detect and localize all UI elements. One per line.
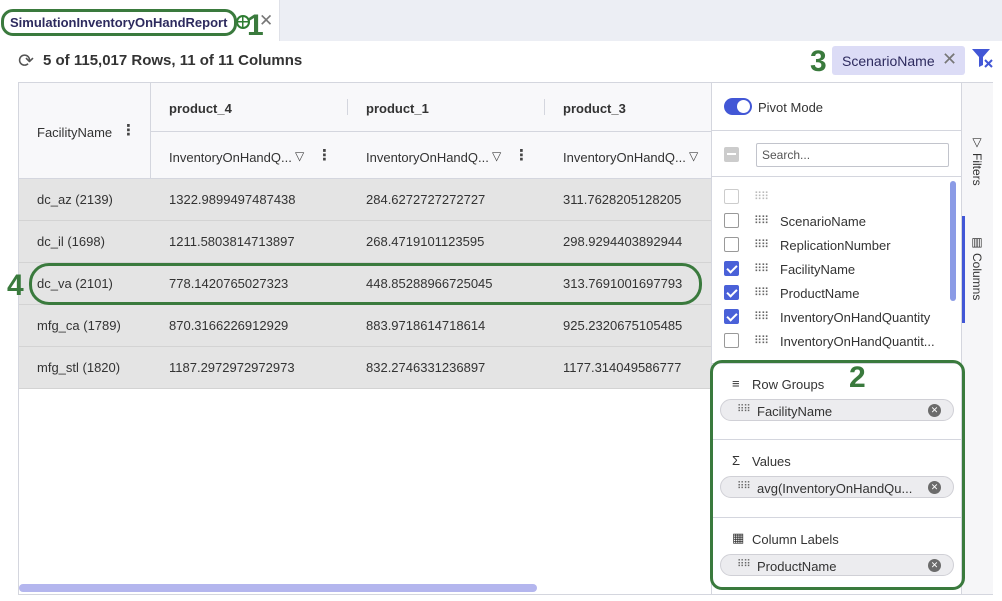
column-checkbox[interactable] <box>724 285 739 300</box>
row-count-text: 5 of 115,017 Rows, 11 of 11 Columns <box>43 52 303 69</box>
column-checkbox[interactable] <box>724 261 739 276</box>
group-header-product-3[interactable]: product_3 <box>563 101 626 116</box>
filter-icon[interactable]: ▽ <box>295 149 304 163</box>
pivot-mode-row: Pivot Mode <box>712 83 962 131</box>
value-cell: 1187.2972972972973 <box>169 360 295 375</box>
grid-header: FacilityName ⋮ product_4 product_1 produ… <box>19 83 711 179</box>
column-label: ReplicationNumber <box>780 238 891 253</box>
field-header-product-3[interactable]: InventoryOnHandQ... <box>563 150 686 165</box>
value-cell: 832.2746331236897 <box>366 360 486 375</box>
column-label: InventoryOnHandQuantity <box>780 310 931 325</box>
facility-cell: dc_az (2139) <box>37 192 113 207</box>
column-checkbox[interactable] <box>724 213 739 228</box>
group-header-product-4[interactable]: product_4 <box>169 101 232 116</box>
column-item[interactable]: ⠿⠿ <box>712 185 952 209</box>
drag-handle-icon[interactable]: ⠿⠿ <box>754 190 769 203</box>
column-label: FacilityName <box>780 262 856 277</box>
drag-handle-icon[interactable]: ⠿⠿ <box>754 262 769 275</box>
field-header-product-1[interactable]: InventoryOnHandQ... <box>366 150 489 165</box>
column-item[interactable]: ⠿⠿ FacilityName <box>712 257 952 281</box>
filter-icon[interactable]: ▽ <box>492 149 501 163</box>
column-checkbox[interactable] <box>724 237 739 252</box>
column-menu-icon[interactable]: ⋮ <box>514 146 529 164</box>
column-search-row <box>712 131 962 177</box>
value-cell: 298.9294403892944 <box>563 234 683 249</box>
pivot-mode-label: Pivot Mode <box>758 100 824 115</box>
value-cell: 1322.9899497487438 <box>169 192 296 207</box>
column-item[interactable]: ⠿⠿ InventoryOnHandQuantit... <box>712 329 952 353</box>
drag-handle-icon[interactable]: ⠿⠿ <box>754 238 769 251</box>
value-cell: 268.4719101123595 <box>366 234 485 249</box>
table-row[interactable]: mfg_ca (1789) 870.3166226912929 883.9718… <box>19 305 711 347</box>
annotation-box-1 <box>1 9 237 36</box>
facility-cell: mfg_stl (1820) <box>37 360 121 375</box>
drag-handle-icon[interactable]: ⠿⠿ <box>754 310 769 323</box>
column-checkbox[interactable] <box>724 333 739 348</box>
columns-tab-label: Columns <box>970 253 984 301</box>
column-list-scrollbar[interactable] <box>950 181 956 301</box>
tab-columns[interactable]: ▥ Columns <box>962 233 994 313</box>
filter-icon[interactable]: ▽ <box>689 149 698 163</box>
column-label: ProductName <box>780 286 860 301</box>
side-tab-strip: ▽ Filters ▥ Columns <box>961 83 993 594</box>
clear-filters-icon[interactable] <box>970 46 994 70</box>
facility-cell: dc_il (1698) <box>37 234 105 249</box>
table-row[interactable]: mfg_stl (1820) 1187.2972972972973 832.27… <box>19 347 711 389</box>
refresh-icon[interactable]: ⟳ <box>18 50 34 73</box>
column-label: InventoryOnHandQuantit... <box>780 334 935 349</box>
value-cell: 925.2320675105485 <box>563 318 683 333</box>
column-checkbox[interactable] <box>724 309 739 324</box>
column-list: ⠿⠿ ⠿⠿ ScenarioName ⠿⠿ ReplicationNumber … <box>712 177 962 363</box>
column-label: ScenarioName <box>780 214 866 229</box>
columns-icon: ▥ <box>970 235 984 249</box>
tab-filters[interactable]: ▽ Filters <box>962 133 994 193</box>
annotation-box-2 <box>710 360 965 590</box>
column-search-input[interactable] <box>756 143 949 167</box>
annotation-box-4 <box>29 263 702 305</box>
column-item[interactable]: ⠿⠿ ScenarioName <box>712 209 952 233</box>
value-cell: 883.9718614718614 <box>366 318 486 333</box>
column-item[interactable]: ⠿⠿ ProductName <box>712 281 952 305</box>
drag-handle-icon[interactable]: ⠿⠿ <box>754 334 769 347</box>
filters-tab-label: Filters <box>970 153 984 186</box>
facility-name-header[interactable]: FacilityName <box>37 125 112 140</box>
drag-handle-icon[interactable]: ⠿⠿ <box>754 286 769 299</box>
chip-remove-icon[interactable]: ✕ <box>942 49 957 70</box>
facility-cell: mfg_ca (1789) <box>37 318 121 333</box>
annotation-number-2: 2 <box>849 361 866 394</box>
column-checkbox[interactable] <box>724 189 739 204</box>
value-cell: 1177.314049586777 <box>563 360 682 375</box>
field-header-product-4[interactable]: InventoryOnHandQ... <box>169 150 292 165</box>
drag-handle-icon[interactable]: ⠿⠿ <box>754 214 769 227</box>
table-row[interactable]: dc_il (1698) 1211.5803814713897 268.4719… <box>19 221 711 263</box>
value-cell: 870.3166226912929 <box>169 318 289 333</box>
filter-icon: ▽ <box>970 135 984 149</box>
filter-chip-scenario[interactable]: ScenarioName ✕ <box>832 46 965 75</box>
column-item[interactable]: ⠿⠿ InventoryOnHandQuantity <box>712 305 952 329</box>
value-cell: 1211.5803814713897 <box>169 234 295 249</box>
pivot-mode-toggle[interactable] <box>724 98 752 115</box>
value-cell: 311.7628205128205 <box>563 192 682 207</box>
column-menu-icon[interactable]: ⋮ <box>121 121 136 139</box>
annotation-number-3: 3 <box>810 45 827 78</box>
annotation-number-4: 4 <box>7 269 24 302</box>
value-cell: 284.6272727272727 <box>366 192 486 207</box>
column-menu-icon[interactable]: ⋮ <box>317 146 332 164</box>
horizontal-scrollbar[interactable] <box>19 584 537 592</box>
column-item[interactable]: ⠿⠿ ReplicationNumber <box>712 233 952 257</box>
group-header-product-1[interactable]: product_1 <box>366 101 429 116</box>
annotation-number-1: 1 <box>247 9 264 42</box>
table-row[interactable]: dc_az (2139) 1322.9899497487438 284.6272… <box>19 179 711 221</box>
filter-chip-label: ScenarioName <box>842 53 935 69</box>
select-all-checkbox[interactable] <box>724 147 739 162</box>
